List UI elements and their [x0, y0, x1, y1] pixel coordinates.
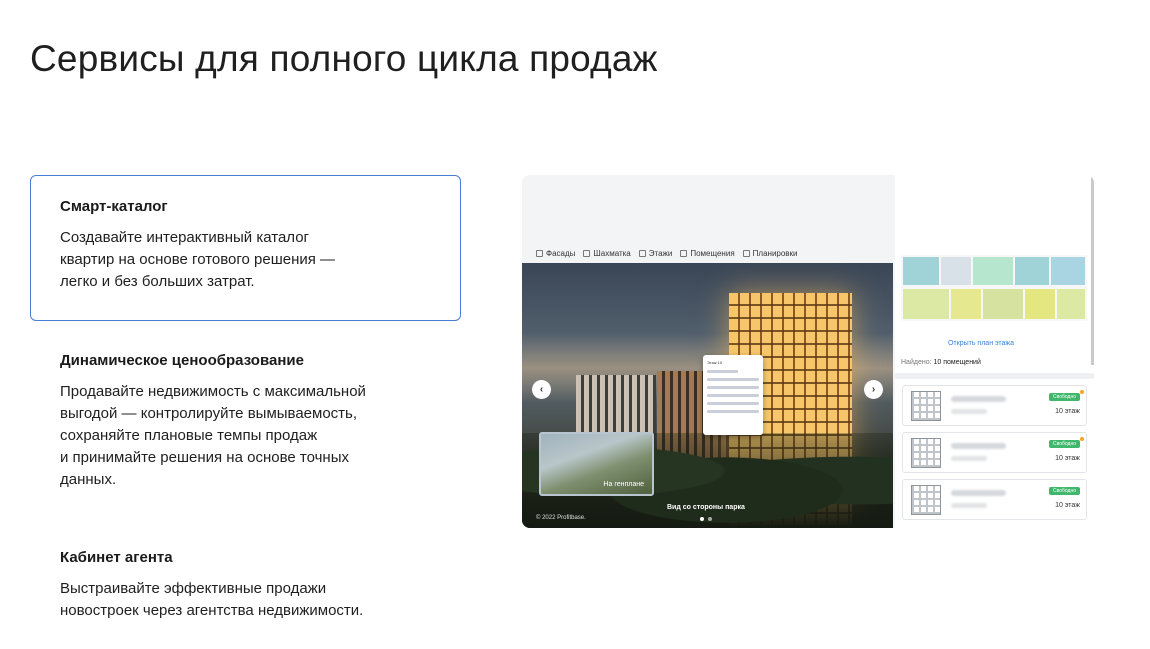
feature-title: Смарт-каталог — [60, 198, 168, 215]
popup-line — [707, 386, 759, 389]
plan-zone — [1015, 257, 1049, 285]
found-value: 10 помещений — [933, 359, 981, 366]
found-count: Найдено: 10 помещений — [901, 359, 981, 366]
scene-caption: Вид со стороны парка — [667, 504, 745, 511]
divider — [895, 373, 1094, 379]
plan-zone — [941, 257, 971, 285]
feature-title: Динамическое ценообразование — [60, 352, 304, 369]
area-blurred — [951, 503, 987, 508]
apartment-card[interactable]: Свободно 10 этаж — [902, 432, 1087, 473]
tab-premises[interactable]: Помещения — [680, 249, 735, 258]
apartment-card[interactable]: Свободно 10 этаж — [902, 385, 1087, 426]
plan-zone — [903, 289, 949, 319]
status-dot — [1080, 390, 1084, 394]
catalog-preview-screenshot: Фасады Шахматка Этажи Помещения Планиров… — [522, 175, 1094, 528]
popup-line — [707, 402, 759, 405]
plan-zone — [1025, 289, 1055, 319]
carousel-dots[interactable] — [700, 517, 712, 521]
apartment-card[interactable]: Свободно 10 этаж — [902, 479, 1087, 520]
feature-description: Выстраивайте эффективные продажи новостр… — [60, 580, 364, 619]
page-title: Сервисы для полного цикла продаж — [30, 38, 658, 79]
status-badge: Свободно — [1049, 440, 1080, 448]
area-blurred — [951, 456, 987, 461]
status-badge: Свободно — [1049, 393, 1080, 401]
preview-tabs: Фасады Шахматка Этажи Помещения Планиров… — [536, 249, 798, 258]
plan-zone — [903, 257, 939, 285]
plan-zone — [951, 289, 981, 319]
popup-line — [707, 410, 759, 413]
found-label: Найдено: — [901, 359, 932, 366]
dot-active[interactable] — [700, 517, 704, 521]
list-icon — [680, 250, 688, 257]
apartments-panel: Открыть план этажа Найдено: 10 помещений… — [895, 175, 1094, 528]
prev-arrow-icon[interactable]: ‹ — [532, 380, 551, 399]
popup-line — [707, 370, 739, 373]
feature-description: Продавайте недвижимость с максимальной в… — [60, 383, 366, 488]
feature-title: Кабинет агента — [60, 549, 173, 566]
price-blurred — [951, 396, 1006, 402]
feature-description: Создавайте интерактивный каталог квартир… — [60, 229, 336, 290]
floor-plan-image[interactable] — [901, 255, 1087, 321]
apartment-floor: 10 этаж — [1055, 455, 1080, 462]
copyright: © 2022 Profitbase. — [536, 515, 586, 521]
facade-panel: Фасады Шахматка Этажи Помещения Планиров… — [522, 175, 893, 528]
floor-popup-title: Этаж 10 — [707, 360, 723, 365]
feature-card-dynamic-pricing[interactable]: Динамическое ценообразование Продавайте … — [30, 329, 461, 516]
popup-line — [707, 378, 759, 381]
apartment-plan-thumbnail — [911, 391, 941, 421]
layout-icon — [742, 250, 750, 257]
next-arrow-icon[interactable]: › — [864, 380, 883, 399]
apartment-floor: 10 этаж — [1055, 408, 1080, 415]
status-badge: Свободно — [1049, 487, 1080, 495]
facade-icon — [536, 250, 543, 257]
apartment-plan-thumbnail — [911, 485, 941, 515]
status-dot — [1080, 437, 1084, 441]
thumbnail-label: На генплане — [603, 481, 644, 488]
masterplan-thumbnail[interactable]: На генплане — [539, 432, 654, 496]
tab-chessboard[interactable]: Шахматка — [583, 249, 631, 258]
price-blurred — [951, 443, 1006, 449]
building-facade-photo[interactable]: Этаж 10 ‹ › На генплане Вид со стороны п… — [522, 263, 893, 528]
apartment-floor: 10 этаж — [1055, 502, 1080, 509]
floor-popup: Этаж 10 — [703, 355, 763, 435]
tab-floors[interactable]: Этажи — [638, 249, 672, 258]
plan-zone — [973, 257, 1013, 285]
feature-card-agent-cabinet[interactable]: Кабинет агента Выстраивайте эффективные … — [30, 526, 461, 647]
grid-icon — [583, 250, 591, 257]
scrollbar[interactable] — [1091, 175, 1094, 365]
apartment-plan-thumbnail — [911, 438, 941, 468]
floors-icon — [638, 250, 646, 257]
tab-facades[interactable]: Фасады — [536, 249, 575, 258]
tab-layouts[interactable]: Планировки — [742, 249, 798, 258]
dot[interactable] — [708, 517, 712, 521]
plan-zone — [1051, 257, 1085, 285]
area-blurred — [951, 409, 987, 414]
plan-zone — [1057, 289, 1085, 319]
price-blurred — [951, 490, 1006, 496]
popup-line — [707, 394, 759, 397]
open-floor-plan-link[interactable]: Открыть план этажа — [895, 340, 1067, 347]
plan-zone — [983, 289, 1023, 319]
feature-card-smart-catalog[interactable]: Смарт-каталог Создавайте интерактивный к… — [30, 175, 461, 321]
